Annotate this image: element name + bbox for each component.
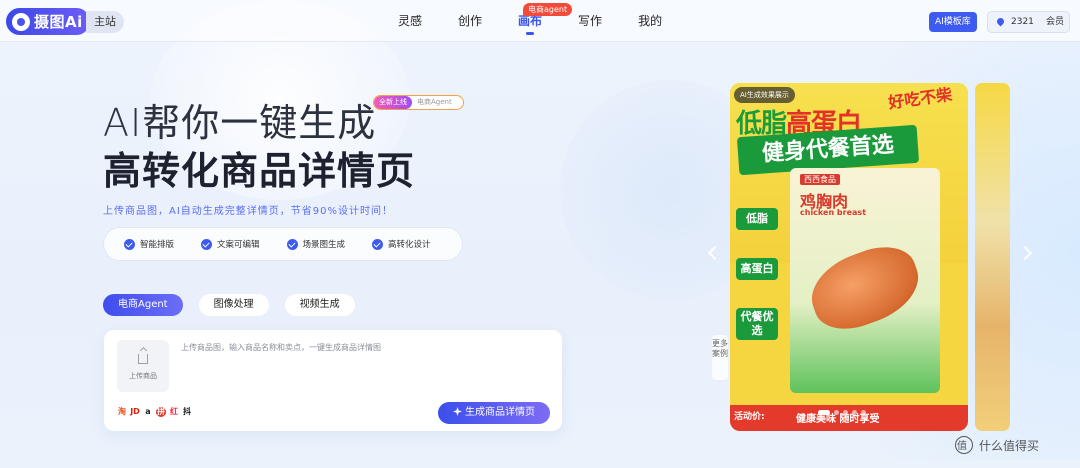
price-label: 活动价:	[734, 412, 765, 422]
carousel-dot[interactable]	[861, 410, 866, 415]
carousel-dot[interactable]	[818, 410, 830, 415]
upload-product-button[interactable]: 上传商品	[117, 340, 169, 392]
next-showcase-preview[interactable]	[975, 83, 1010, 431]
top-navigation: 摄图Ai 主站 灵感 创作 画布 写作 我的 电商agent AI模板库 232…	[0, 0, 1080, 42]
mode-tabs: 电商Agent 图像处理 视频生成	[103, 294, 371, 316]
hero-subtitle: 上传商品图，AI自动生成完整详情页，节省90%设计时间！	[103, 206, 394, 217]
jd-icon: JD	[130, 407, 140, 416]
member-link[interactable]: 会员	[1046, 12, 1064, 32]
side-label: 低脂	[736, 208, 778, 230]
feature-item: 场景图生成	[286, 238, 346, 250]
prompt-input[interactable]: 上传商品图，输入商品名称和卖点，一键生成商品详情图	[181, 342, 381, 353]
watermark: 什么值得买	[955, 436, 1039, 454]
user-points-box[interactable]: 2321 会员	[987, 11, 1070, 33]
site-logo[interactable]: 摄图Ai	[6, 8, 90, 35]
ai-template-library-button[interactable]: AI模板库	[929, 12, 977, 32]
new-launch-label: 全新上线	[374, 96, 412, 109]
feature-label: 高转化设计	[388, 240, 431, 250]
product-name-en: chicken breast	[800, 208, 867, 217]
platform-icons: 淘 JD a 拼 红 抖	[117, 407, 195, 417]
carousel-dot[interactable]	[834, 410, 839, 415]
feature-item: 高转化设计	[372, 238, 431, 250]
carousel-dot[interactable]	[843, 410, 848, 415]
watermark-text: 什么值得买	[979, 438, 1040, 453]
new-launch-tag: 全新上线 电商Agent	[373, 95, 464, 110]
carousel-dot[interactable]	[852, 410, 857, 415]
feature-label: 场景图生成	[302, 240, 346, 250]
check-icon	[201, 238, 213, 250]
nav-link-mine[interactable]: 我的	[638, 0, 662, 42]
feature-item: 文案可编辑	[201, 238, 260, 250]
main-site-link[interactable]: 主站	[86, 11, 124, 33]
tab-image-processing[interactable]: 图像处理	[198, 294, 269, 316]
check-icon	[124, 238, 135, 250]
brand-label: 西西食品	[800, 174, 840, 185]
pinduoduo-icon: 拼	[156, 407, 166, 417]
prompt-input-card: 上传商品 上传商品图，输入商品名称和卖点，一键生成商品详情图 淘 JD a 拼 …	[104, 330, 562, 431]
hero-title-line1: AI帮你一键生成	[103, 101, 377, 145]
watermark-icon	[955, 436, 973, 454]
points-count: 2321	[1011, 17, 1034, 27]
douyin-icon: 抖	[183, 407, 191, 416]
upload-label: 上传商品	[129, 372, 157, 380]
logo-text: 摄图Ai	[34, 13, 83, 31]
more-cases-button[interactable]: 更多案例	[712, 335, 728, 380]
feature-label: 智能排版	[140, 240, 175, 250]
check-icon	[286, 238, 298, 250]
nav-link-inspiration[interactable]: 灵感	[398, 0, 422, 42]
feature-list: 智能排版 文案可编辑 场景图生成 高转化设计	[103, 227, 463, 261]
showcase-footer: 活动价: 健康美味 随时享受	[730, 405, 968, 431]
feature-item: 智能排版	[124, 238, 174, 250]
showcase-image: 低脂高蛋白 好吃不柴 AI生成效果展示 健身代餐首选 西西食品 鸡胸肉 chic…	[730, 83, 968, 431]
side-label: 代餐优选	[736, 308, 778, 340]
generate-detail-page-button[interactable]: 生成商品详情页	[438, 402, 550, 424]
check-icon	[372, 238, 384, 250]
generate-label: 生成商品详情页	[465, 407, 535, 418]
agent-label: 电商Agent	[417, 98, 452, 106]
sparkle-icon	[453, 407, 462, 416]
logo-icon	[12, 12, 30, 31]
ai-effect-badge: AI生成效果展示	[734, 87, 795, 103]
xiaohongshu-icon: 红	[170, 407, 178, 416]
nav-link-write[interactable]: 写作	[578, 0, 602, 42]
hero-title-line2: 高转化商品详情页	[103, 149, 416, 193]
ecommerce-agent-badge: 电商agent	[523, 3, 573, 16]
feature-label: 文案可编辑	[217, 240, 260, 250]
upload-icon	[138, 354, 148, 364]
nav-link-create[interactable]: 创作	[458, 0, 482, 42]
product-package: 西西食品 鸡胸肉 chicken breast	[790, 168, 940, 393]
carousel-dots	[818, 410, 870, 415]
side-label: 高蛋白	[736, 258, 778, 280]
tab-ecommerce-agent[interactable]: 电商Agent	[103, 294, 183, 316]
taobao-icon: 淘	[118, 407, 126, 416]
tab-video-generation[interactable]: 视频生成	[284, 294, 355, 316]
chicken-breast-image	[801, 236, 929, 340]
amazon-icon: a	[145, 407, 151, 416]
location-pin-icon	[995, 16, 1006, 27]
